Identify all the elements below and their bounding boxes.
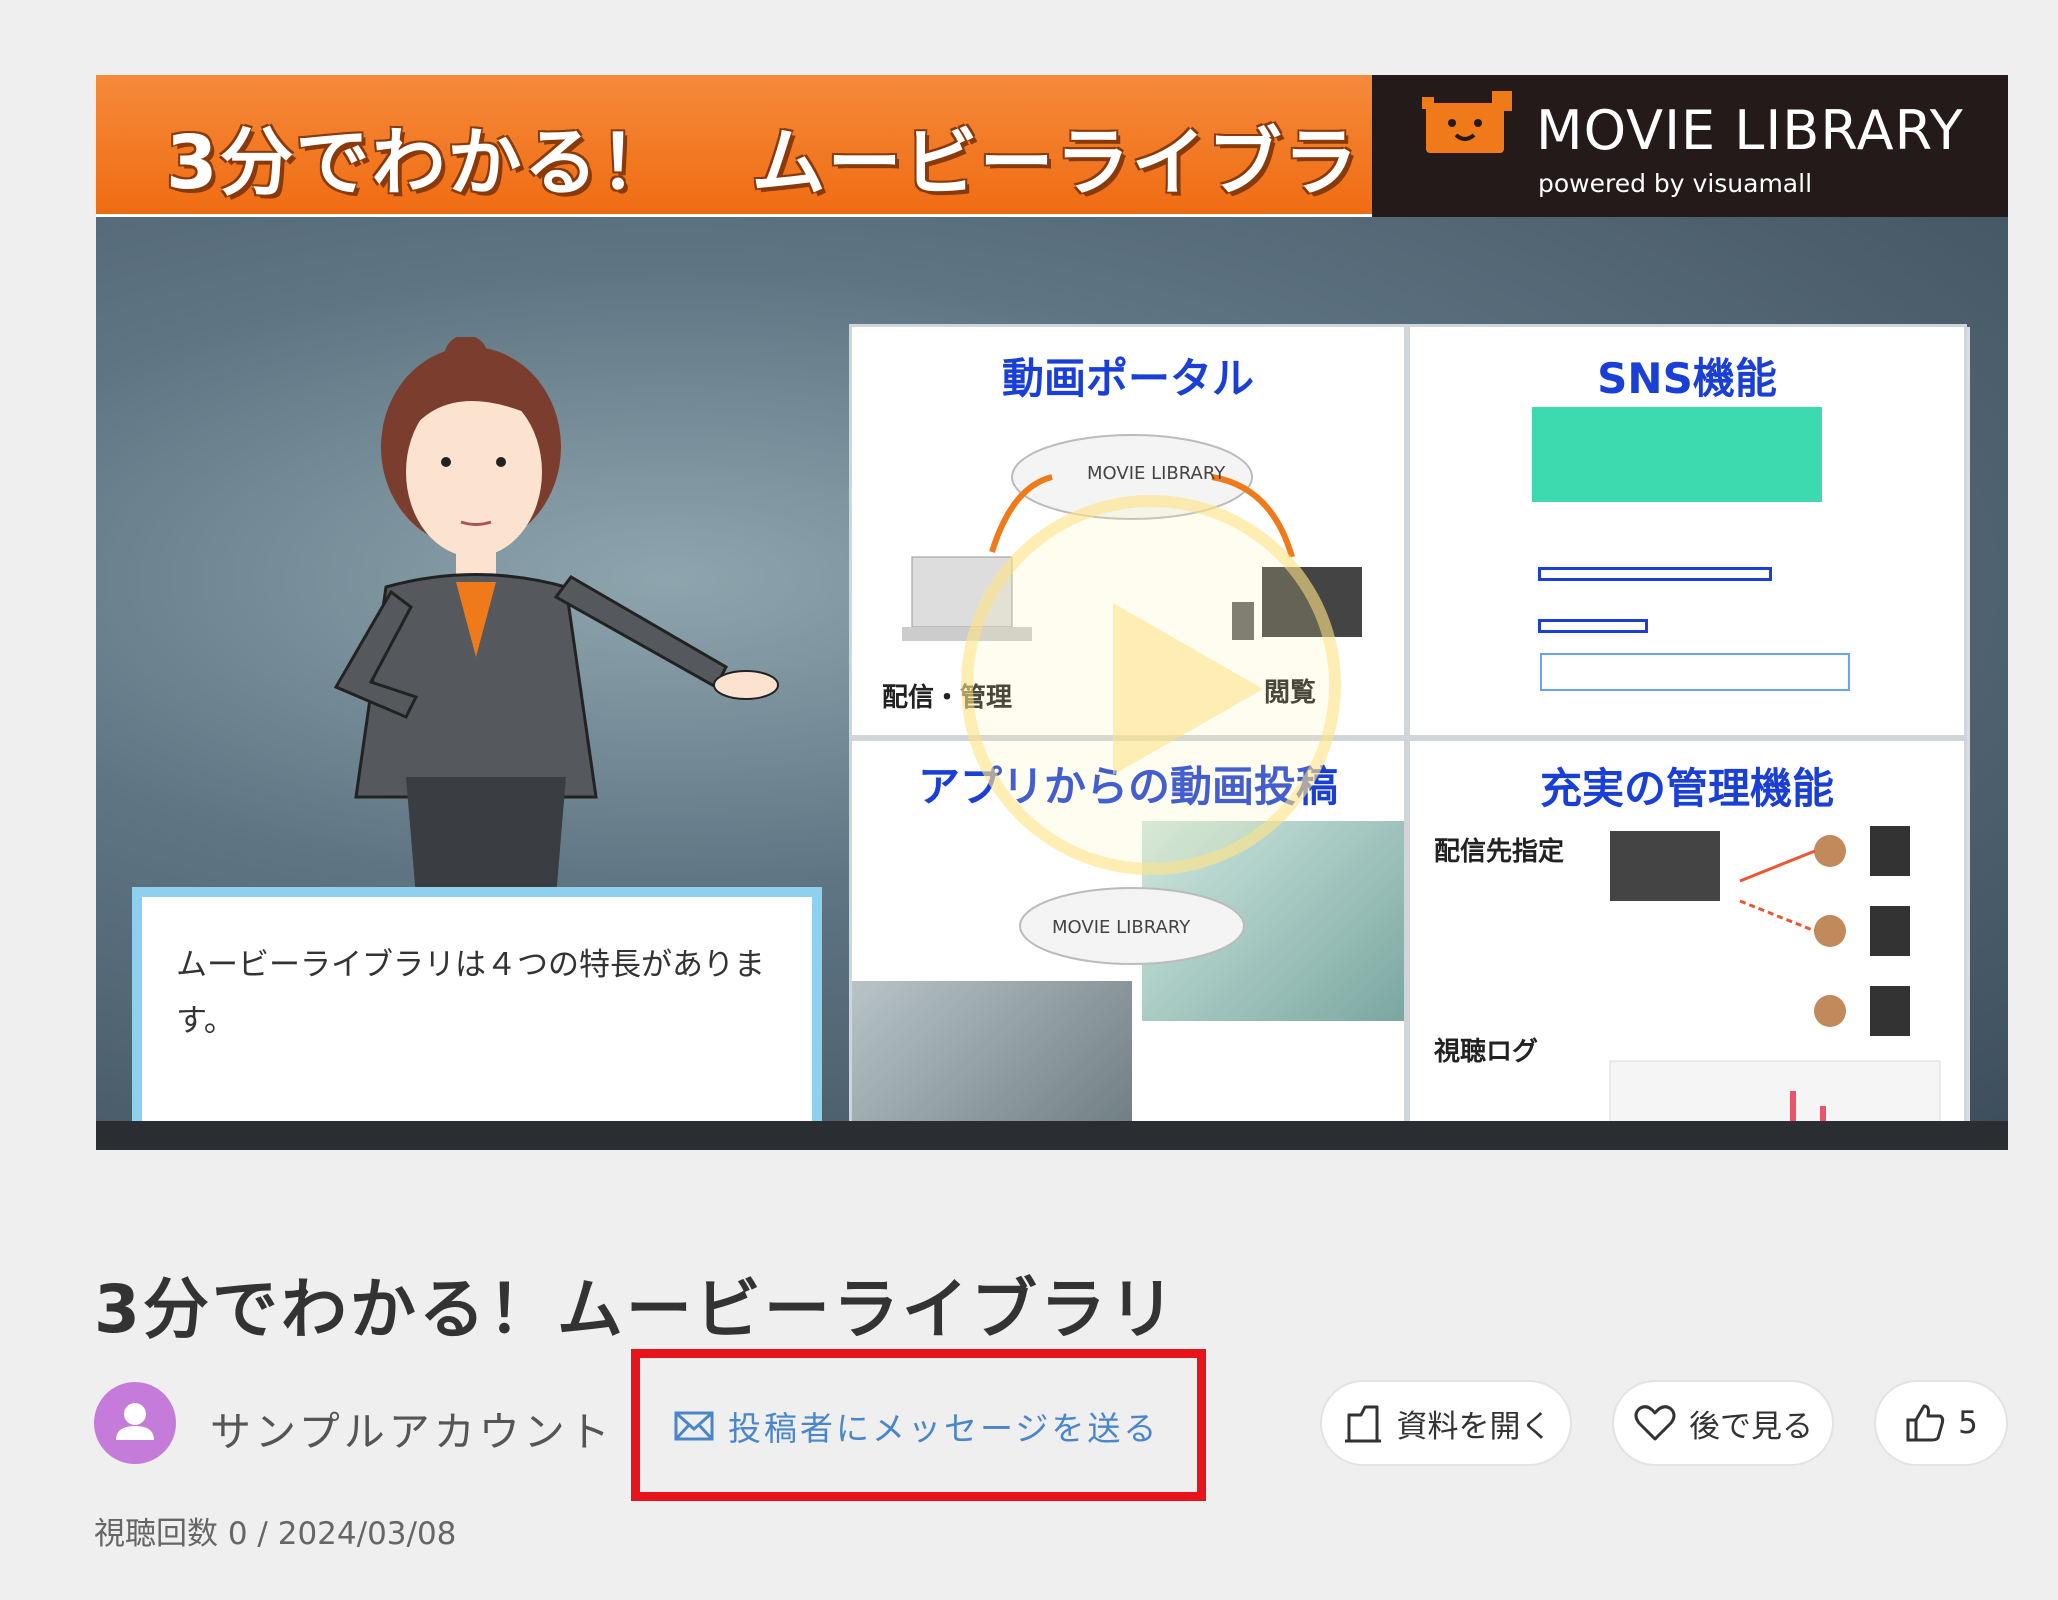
movie-library-logo: MOVIE LIBRARY powered by visuamall [1372,75,2008,217]
logo-text: MOVIE LIBRARY [1536,99,1964,162]
banner-title: 3分でわかる！ ムービーライブラリ [166,120,1436,206]
video-title: 3分でわかる！ムービーライブラリ [94,1271,1178,1348]
speech-caption: ムービーライブラリは４つの特長があります。 [132,887,822,1150]
play-button[interactable] [961,495,1341,875]
account-name[interactable]: サンプルアカウント [210,1398,614,1458]
watch-later-button[interactable]: 後で見る [1612,1380,1834,1466]
label-target: 配信先指定 [1434,837,1565,867]
video-frame: 3分でわかる！ ムービーライブラリ MOVIE LIBRARY powered … [96,75,2008,1150]
thumbs-up-icon [1906,1404,1945,1442]
document-icon [1344,1405,1381,1443]
video-player[interactable]: 3分でわかる！ ムービーライブラリ MOVIE LIBRARY powered … [96,75,2008,1150]
like-button[interactable]: 5 [1874,1380,2008,1466]
cloud-label: MOVIE LIBRARY [1052,917,1191,938]
sns-comment-box [1540,653,1850,691]
video-page: 3分でわかる！ ムービーライブラリ MOVIE LIBRARY powered … [0,0,2058,1600]
panel-title: SNS機能 [1597,354,1777,403]
play-icon [1113,603,1263,775]
cloud-label: MOVIE LIBRARY [1087,463,1226,484]
person-icon [116,1403,154,1440]
logo-subtitle: powered by visuamall [1538,169,1813,198]
open-material-button[interactable]: 資料を開く [1320,1380,1572,1466]
panel-sns: SNS機能 [1410,327,1964,735]
watch-later-label: 後で見る [1689,1408,1813,1445]
video-banner: 3分でわかる！ ムービーライブラリ [96,75,1434,217]
panel-title: 充実の管理機能 [1539,764,1834,813]
view-count-and-date: 視聴回数 0 / 2024/03/08 [94,1516,457,1552]
logo-mascot-icon [1422,91,1512,153]
player-control-bar[interactable] [96,1121,2008,1150]
heart-icon [1634,1405,1676,1441]
open-material-label: 資料を開く [1396,1408,1552,1445]
panel-admin: 充実の管理機能 配信先指定 視聴ログ [1410,741,1964,1149]
sns-comment-label [1538,619,1648,633]
admin-diagram [1609,826,1941,1132]
highlight-annotation [631,1349,1206,1501]
sns-rating-bar [1538,567,1772,581]
avatar[interactable] [94,1382,176,1464]
sns-hero-image [1532,407,1822,502]
panel-title: 動画ポータル [1001,354,1254,403]
like-count: 5 [1958,1405,1978,1441]
label-viewlog: 視聴ログ [1434,1037,1539,1067]
presenter-illustration [333,337,779,897]
